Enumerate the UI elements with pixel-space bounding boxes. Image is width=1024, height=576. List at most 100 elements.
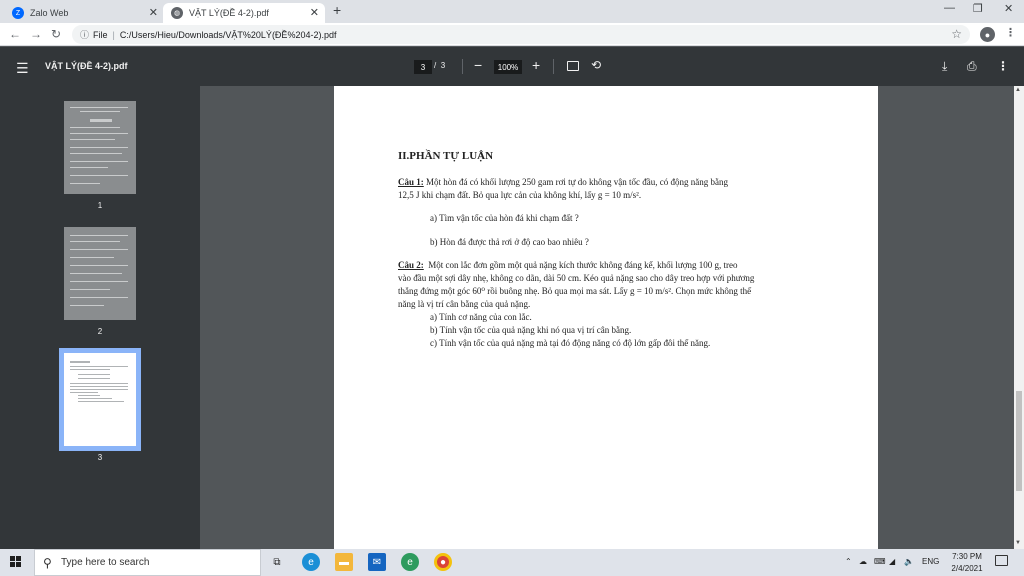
new-tab-icon[interactable]: + (333, 2, 341, 18)
thumbnail-text-line (70, 147, 128, 148)
bookmark-star-icon[interactable]: ☆ (951, 27, 962, 41)
question-1: Câu 1: Một hòn đá có khối lượng 250 gam … (398, 176, 818, 202)
scrollbar-thumb[interactable] (1016, 391, 1022, 491)
volume-icon[interactable]: 🔈 (904, 557, 914, 566)
thumbnail-text-line (70, 265, 128, 266)
question-text: Một hòn đá có khối lượng 250 gam rơi tự … (426, 177, 728, 187)
reload-icon[interactable]: ↻ (51, 27, 61, 41)
edge-icon[interactable]: e (401, 553, 419, 571)
mail-icon[interactable]: ✉ (368, 553, 386, 571)
thumbnail-text-line (70, 289, 110, 290)
question-text: 12,5 J khi chạm đất. Bỏ qua lực cản của … (398, 190, 642, 200)
download-icon[interactable]: ⤓ (942, 59, 947, 74)
address-prefix: File (93, 29, 108, 40)
window-close-icon[interactable]: ✕ (1004, 2, 1013, 15)
thumbnail-page-3-selected[interactable] (59, 348, 141, 451)
menu-icon[interactable]: ☰ (16, 60, 29, 77)
tab-strip: Z Zalo Web ✕ ◍ VẬT LÝ(ĐỀ 4-2).pdf ✕ + — … (0, 0, 1024, 23)
pdf-viewport[interactable]: II.PHẦN TỰ LUẬN Câu 1: Một hòn đá có khố… (200, 86, 1014, 549)
rotate-icon[interactable]: ⟲ (591, 58, 601, 72)
thumbnail-text-line (80, 111, 120, 112)
answer-item: a) Tìm vận tốc của hòn đá khi chạm đất ? (430, 213, 579, 223)
zoom-out-icon[interactable]: − (474, 57, 482, 73)
zoom-input[interactable]: 100% (494, 60, 522, 74)
browser-toolbar: ← → ↻ ⓘ File | C:/Users/Hieu/Downloads/V… (0, 23, 1024, 46)
scroll-up-icon[interactable]: ▲ (1015, 87, 1021, 93)
thumbnail-text-line (90, 119, 112, 122)
thumbnail-text-line (70, 167, 108, 168)
thumbnail-text-line (70, 235, 128, 236)
taskbar-clock[interactable]: 7:30 PM 2/4/2021 (948, 551, 986, 575)
forward-icon[interactable]: → (30, 27, 42, 41)
thumbnail-text-line (70, 305, 104, 306)
onedrive-icon[interactable]: ☁ (859, 557, 867, 566)
edge-icon[interactable]: e (302, 553, 320, 571)
thumbnail-text-line (70, 257, 114, 258)
taskbar-search[interactable]: ⚲ Type here to search (34, 549, 261, 576)
language-indicator[interactable]: ENG (922, 557, 939, 566)
minimize-icon[interactable]: — (944, 2, 955, 14)
tray-chevron-icon[interactable]: ⌃ (845, 557, 852, 566)
answer-item: b) Tính vận tốc của quả nặng khi nó qua … (430, 325, 632, 335)
address-text: C:/Users/Hieu/Downloads/VẬT%20LÝ(ĐỀ%204-… (119, 29, 337, 40)
thumbnail-text-line (78, 378, 110, 379)
thumbnail-text-line (78, 398, 112, 399)
pdf-title: VẬT LÝ(ĐỀ 4-2).pdf (45, 61, 128, 71)
scroll-down-icon[interactable]: ▼ (1015, 540, 1021, 546)
chrome-icon[interactable]: ● (434, 553, 452, 571)
divider (553, 59, 554, 74)
tab-zalo[interactable]: Z Zalo Web ✕ (4, 3, 164, 23)
vertical-scrollbar[interactable]: ▲ ▼ (1014, 86, 1024, 549)
thumbnail-number: 3 (97, 453, 103, 462)
task-view-icon[interactable]: ⧉ (268, 553, 286, 571)
thumbnail-text-line (70, 369, 110, 370)
thumbnail-text-line (70, 107, 128, 108)
fit-to-page-icon[interactable] (567, 61, 579, 71)
thumbnail-text-line (78, 374, 110, 375)
answer-item: c) Tính vận tốc của quả nặng mà tại đó đ… (430, 338, 711, 348)
thumbnail-text-line (70, 127, 120, 128)
network-icon[interactable]: ◢ (889, 557, 895, 566)
address-bar[interactable]: ⓘ File | C:/Users/Hieu/Downloads/VẬT%20L… (72, 25, 970, 44)
question-text: vào đầu một sợi dây nhẹ, không co dãn, d… (398, 273, 755, 283)
address-separator: | (112, 29, 115, 40)
page-separator: / (434, 61, 437, 70)
info-icon[interactable]: ⓘ (80, 28, 89, 41)
thumbnail-page-2[interactable] (64, 227, 136, 320)
print-icon[interactable]: ⎙ (967, 59, 977, 74)
clock-time: 7:30 PM (952, 552, 982, 561)
thumbnail-text-line (70, 133, 128, 134)
divider (462, 59, 463, 74)
pdf-page: II.PHẦN TỰ LUẬN Câu 1: Một hòn đá có khố… (334, 86, 878, 549)
page-number-input[interactable]: 3 (414, 60, 432, 74)
zalo-icon: Z (12, 7, 24, 19)
thumbnail-number: 1 (97, 201, 103, 210)
profile-avatar-icon[interactable]: ● (980, 27, 995, 42)
windows-start-icon[interactable] (10, 556, 22, 568)
close-icon[interactable]: ✕ (310, 6, 319, 19)
back-icon[interactable]: ← (9, 27, 21, 41)
ime-icon[interactable]: ⌨ (874, 557, 886, 566)
thumbnail-page-1[interactable] (64, 101, 136, 194)
question-label: Câu 2: (398, 260, 424, 270)
more-options-icon[interactable]: ⋮ (997, 59, 1009, 73)
thumbnail-text-line (70, 161, 128, 162)
globe-icon: ◍ (171, 7, 183, 19)
close-icon[interactable]: ✕ (149, 6, 158, 19)
page-total: / 3 (434, 61, 445, 70)
start-quadrant (10, 562, 15, 567)
zoom-in-icon[interactable]: + (532, 57, 540, 73)
search-placeholder: Type here to search (61, 557, 150, 568)
browser-menu-icon[interactable]: ⋮ (1005, 26, 1016, 39)
start-quadrant (10, 556, 15, 561)
notification-icon[interactable] (995, 555, 1008, 566)
thumbnail-sidebar: 1 2 3 (0, 86, 200, 549)
thumbnail-text-line (70, 389, 128, 390)
file-explorer-icon[interactable]: ▬ (335, 553, 353, 571)
pdf-toolbar: ☰ VẬT LÝ(ĐỀ 4-2).pdf 3 / 3 − 100% + ⟲ ⤓ … (0, 47, 1024, 86)
restore-icon[interactable]: ❐ (973, 2, 983, 15)
thumbnail-text-line (70, 366, 128, 367)
tab-pdf[interactable]: ◍ VẬT LÝ(ĐỀ 4-2).pdf ✕ (163, 3, 325, 23)
thumbnail-text-line (70, 281, 128, 282)
start-quadrant (16, 556, 21, 561)
